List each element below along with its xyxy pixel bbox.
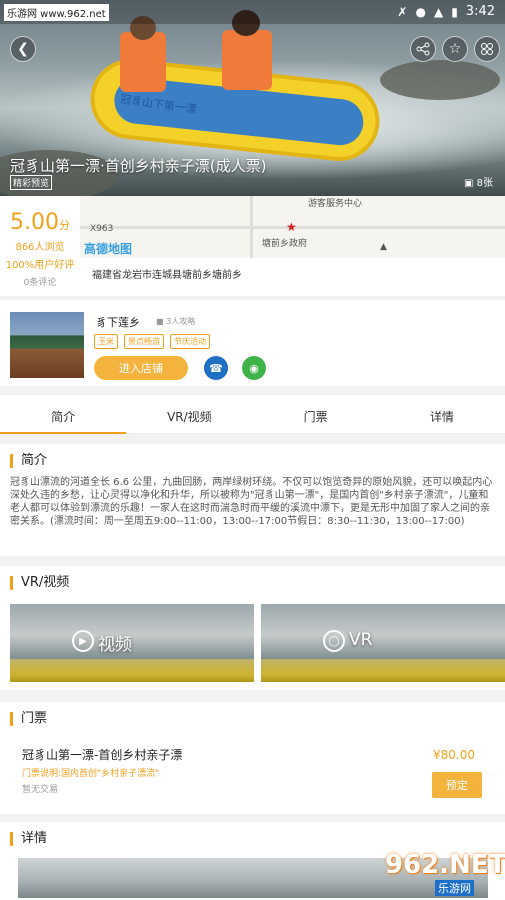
- tour-count: ■ 3人攻略: [156, 316, 195, 327]
- share-icon: [416, 42, 430, 56]
- intro-title: 简介: [10, 454, 47, 468]
- intro-text: 冠豸山漂流的河道全长 6.6 公里，九曲回肠，两岸绿树环绕。不仅可以饱览奇异的原…: [10, 477, 493, 527]
- map-marker-icon: ▲: [380, 242, 387, 252]
- vr-section: VR/视频 ▶ 视频 ◯ VR: [0, 566, 505, 690]
- shop-tags: 玉米 景点畅游 节庆活动: [94, 334, 210, 349]
- positive-rate: 100%用户好评: [5, 260, 75, 271]
- vr-title: VR/视频: [10, 576, 69, 590]
- video-overlay: [10, 604, 254, 682]
- tour-count-label: 3人攻略: [166, 317, 196, 326]
- shop-tag: 玉米: [94, 334, 118, 349]
- video-card[interactable]: ▶ 视频: [10, 604, 254, 682]
- vr-overlay: [261, 604, 505, 682]
- product-title: 冠豸山第一漂·首创乡村亲子漂(成人票): [10, 157, 267, 175]
- tab-vr-video[interactable]: VR/视频: [126, 395, 252, 433]
- hero-rock: [380, 60, 500, 100]
- watermark-big: 962.NET: [385, 850, 505, 880]
- vr-card[interactable]: ◯ VR: [261, 604, 505, 682]
- map-road: [250, 196, 253, 258]
- shop-tag: 节庆活动: [170, 334, 210, 349]
- ticket-price: ¥80.00: [433, 748, 475, 762]
- map-label-gov: 塘前乡政府: [262, 239, 308, 249]
- amap-logo: 高德地图: [84, 242, 133, 256]
- view-count: 866人浏览: [15, 242, 65, 253]
- rating-score: 5.00分: [10, 210, 70, 235]
- ticket-name: 冠豸山第一漂-首创乡村亲子漂: [22, 748, 183, 762]
- phone-icon: ☎: [209, 361, 223, 375]
- map-label-road: X963: [90, 224, 114, 234]
- info-strip: 5.00分 866人浏览 100%用户好评 0条评论 游客服务中心 X963 ★…: [0, 196, 505, 296]
- battery-icon: ▮: [451, 4, 458, 19]
- detail-title: 详情: [10, 832, 47, 846]
- shop-name: 豸下莲乡: [96, 316, 140, 329]
- phone-button[interactable]: ☎: [204, 356, 228, 380]
- clock: 3:42: [465, 4, 495, 19]
- map-pin-icon: ★: [286, 220, 297, 234]
- book-button[interactable]: 预定: [432, 772, 482, 798]
- wechat-button[interactable]: ◉: [242, 356, 266, 380]
- comment-count[interactable]: 0条评论: [0, 275, 80, 288]
- ticket-title: 门票: [10, 712, 47, 726]
- photo-count-label: 8张: [476, 178, 493, 189]
- ticket-section: 门票 冠豸山第一漂-首创乡村亲子漂 门票说明:国内首创"乡村亲子漂流" 暂无交易…: [0, 702, 505, 814]
- map-preview[interactable]: 游客服务中心 X963 ★ 塘前乡政府 ▲ 高德地图: [80, 196, 505, 258]
- status-bar: 乐游网 www.962.net ✗ ● ▲ ▮ 3:42: [0, 0, 505, 24]
- favorite-button[interactable]: ☆: [442, 36, 468, 62]
- wifi-icon: ●: [415, 4, 426, 19]
- tab-intro[interactable]: 简介: [0, 395, 127, 434]
- image-icon: ▣: [463, 178, 474, 189]
- rating-block: 5.00分 866人浏览 100%用户好评 0条评论: [0, 196, 80, 296]
- back-button[interactable]: ❮: [10, 36, 36, 62]
- ticket-trade: 暂无交易: [22, 785, 59, 795]
- photo-count[interactable]: ▣ 8张: [464, 174, 493, 189]
- intro-section: 简介 冠豸山漂流的河道全长 6.6 公里，九曲回肠，两岸绿树环绕。不仅可以饱览奇…: [0, 444, 505, 556]
- mute-icon: ✗: [397, 4, 408, 19]
- watermark-bottom: 962.NET 乐游网: [365, 850, 505, 896]
- preview-badge: 精彩预览: [10, 175, 53, 190]
- watermark-small: 乐游网: [435, 880, 474, 896]
- address-text: 福建省龙岩市连城县塘前乡塘前乡: [92, 270, 242, 281]
- hero-person: [120, 32, 166, 92]
- hero-person: [222, 30, 272, 90]
- shop-thumbnail[interactable]: [10, 312, 84, 378]
- tab-tickets[interactable]: 门票: [253, 395, 379, 433]
- watermark-top: 乐游网 www.962.net: [4, 4, 109, 21]
- shop-tag: 景点畅游: [124, 334, 164, 349]
- ticket-note: 门票说明:国内首创"乡村亲子漂流": [22, 769, 160, 779]
- menu-button[interactable]: [474, 36, 500, 62]
- video-label: 视频: [98, 635, 132, 655]
- grid-icon: [481, 43, 493, 55]
- comment-icon: ■: [156, 317, 164, 326]
- enter-shop-button[interactable]: 进入店铺: [94, 356, 188, 380]
- map-label-center: 游客服务中心: [308, 199, 363, 209]
- signal-icon: ▲: [433, 4, 444, 19]
- vr-icon: ◯: [323, 630, 345, 652]
- tab-bar: 简介 VR/视频 门票 详情: [0, 394, 505, 434]
- shop-card: 豸下莲乡 ■ 3人攻略 玉米 景点畅游 节庆活动 进入店铺 ☎ ◉: [0, 300, 505, 386]
- share-button[interactable]: [410, 36, 436, 62]
- play-icon: ▶: [72, 630, 94, 652]
- vr-label: VR: [349, 630, 373, 650]
- chevron-left-icon: ❮: [17, 41, 29, 57]
- tab-details[interactable]: 详情: [379, 395, 505, 433]
- wechat-icon: ◉: [249, 361, 259, 375]
- star-icon: ☆: [448, 41, 462, 57]
- hero-banner[interactable]: 冠豸山下第一漂 ❮ ☆ 冠豸山第一漂·首创乡村亲子漂(成人票) 精彩预览 ▣ 8…: [0, 0, 505, 196]
